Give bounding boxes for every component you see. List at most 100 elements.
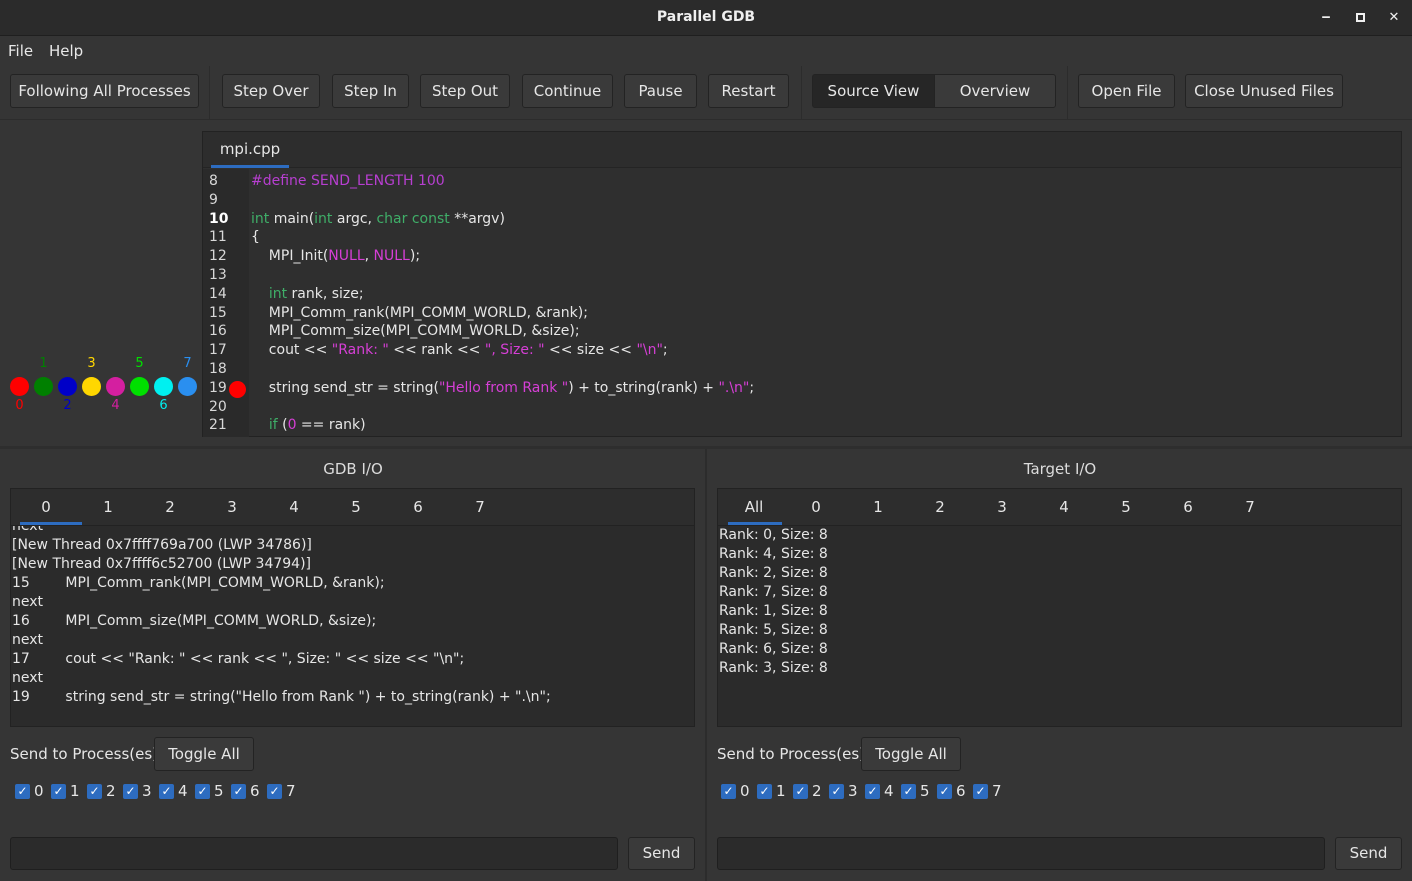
console-line: next: [12, 594, 44, 610]
console-line: Rank: 7, Size: 8: [719, 584, 828, 600]
rank-label: 5: [135, 356, 144, 371]
target_io-tab-7[interactable]: 7: [1225, 489, 1275, 525]
process-1-checkbox[interactable]: ✓ 1: [51, 782, 85, 804]
target_io-tab-4[interactable]: 4: [1039, 489, 1089, 525]
toolbar-separator: [1067, 66, 1068, 120]
checkbox-check-icon: ✓: [123, 784, 138, 799]
rank-label: 7: [183, 356, 192, 371]
line-number: 15: [209, 304, 227, 321]
checkbox-label: 7: [286, 782, 296, 800]
process-4-checkbox[interactable]: ✓ 4: [159, 782, 193, 804]
process-6-checkbox[interactable]: ✓ 6: [231, 782, 265, 804]
target_io-tab-5[interactable]: 5: [1101, 489, 1151, 525]
gdb_io-tab-0[interactable]: 0: [21, 489, 71, 525]
target_io-tab-3[interactable]: 3: [977, 489, 1027, 525]
console-line: [New Thread 0x7ffff6c52700 (LWP 34794)]: [12, 556, 312, 572]
process-0-checkbox[interactable]: ✓ 0: [721, 782, 755, 804]
line-number-gutter[interactable]: 8 9 10 11 12 13 14 15 16 17 18 19 20 21: [203, 169, 249, 437]
source-view-button[interactable]: Source View: [812, 74, 935, 108]
target_io-tab-2[interactable]: 2: [915, 489, 965, 525]
continue-button[interactable]: Continue: [522, 74, 613, 108]
console-line: next: [12, 525, 44, 534]
process-3-checkbox[interactable]: ✓ 3: [123, 782, 157, 804]
target_io-tab-1[interactable]: 1: [853, 489, 903, 525]
following-all-processes-button[interactable]: Following All Processes: [10, 74, 199, 108]
gdb-command-input[interactable]: [10, 837, 618, 870]
line-number: 8: [209, 173, 218, 189]
gdb_io-tab-5[interactable]: 5: [331, 489, 381, 525]
menu-file[interactable]: File: [8, 42, 33, 60]
gdb-io-tabs: 01234567: [10, 488, 695, 525]
target-input[interactable]: [717, 837, 1325, 870]
close-unused-files-button[interactable]: Close Unused Files: [1185, 74, 1343, 108]
line-number: 17: [209, 342, 227, 359]
console-line: Rank: 5, Size: 8: [719, 622, 828, 638]
toggle-all-button[interactable]: Toggle All: [154, 737, 254, 771]
process-6-checkbox[interactable]: ✓ 6: [937, 782, 971, 804]
close-icon[interactable]: ✕: [1384, 8, 1404, 28]
gdb_io-tab-4[interactable]: 4: [269, 489, 319, 525]
rank-label: 3: [87, 356, 96, 371]
gdb_io-tab-6[interactable]: 6: [393, 489, 443, 525]
file-tab-mpi-cpp[interactable]: mpi.cpp: [211, 132, 289, 168]
source-editor: mpi.cpp 8 9 10 11 12 13 14 15 16 17 18 19 20 21 #defi…: [202, 131, 1402, 437]
console-line: Rank: 3, Size: 8: [719, 660, 828, 676]
checkbox-label: 1: [776, 782, 786, 800]
overview-button[interactable]: Overview: [934, 74, 1056, 108]
menu-help[interactable]: Help: [49, 42, 83, 60]
process-2-checkbox[interactable]: ✓ 2: [87, 782, 121, 804]
gdb_io-tab-7[interactable]: 7: [455, 489, 505, 525]
process-checkboxes: ✓ 0 ✓ 1 ✓ 2 ✓ 3 ✓ 4 ✓ 5 ✓ 6 ✓ 7: [721, 782, 1021, 804]
process-5-checkbox[interactable]: ✓ 5: [195, 782, 229, 804]
checkbox-check-icon: ✓: [721, 784, 736, 799]
active-tab-indicator: [211, 165, 289, 168]
rank-label: 2: [63, 398, 72, 413]
target_io-tab-0[interactable]: 0: [791, 489, 841, 525]
file-tab-label: mpi.cpp: [219, 140, 281, 158]
step-out-button[interactable]: Step Out: [420, 74, 510, 108]
console-line: 16 MPI_Comm_size(MPI_COMM_WORLD, &size);: [12, 613, 377, 629]
gdb-io-console[interactable]: next [New Thread 0x7ffff769a700 (LWP 3478…: [10, 525, 695, 727]
checkbox-check-icon: ✓: [195, 784, 210, 799]
process-1-checkbox[interactable]: ✓ 1: [757, 782, 791, 804]
gdb_io-tab-2[interactable]: 2: [145, 489, 195, 525]
checkbox-check-icon: ✓: [937, 784, 952, 799]
process-4-checkbox[interactable]: ✓ 4: [865, 782, 899, 804]
line-number: 21: [209, 417, 227, 434]
rank-0-status-dot: [10, 377, 29, 396]
open-file-button[interactable]: Open File: [1078, 74, 1175, 108]
line-number: 11: [209, 229, 227, 246]
toolbar: Following All Processes Step Over Step I…: [0, 66, 1412, 120]
code-area[interactable]: #define SEND_LENGTH 100 int main(int argc…: [249, 169, 1401, 437]
target-send-button[interactable]: Send: [1335, 837, 1402, 870]
process-0-checkbox[interactable]: ✓ 0: [15, 782, 49, 804]
minimize-icon[interactable]: ‒: [1316, 8, 1336, 28]
process-7-checkbox[interactable]: ✓ 7: [267, 782, 301, 804]
toggle-all-button[interactable]: Toggle All: [861, 737, 961, 771]
target_io-tab-6[interactable]: 6: [1163, 489, 1213, 525]
step-over-button[interactable]: Step Over: [222, 74, 320, 108]
process-2-checkbox[interactable]: ✓ 2: [793, 782, 827, 804]
send-to-processes-label: Send to Process(es):: [10, 745, 164, 763]
window-title: Parallel GDB: [656, 9, 756, 25]
console-line: next: [12, 632, 44, 648]
breakpoint-marker[interactable]: [229, 380, 246, 398]
gdb_io-tab-3[interactable]: 3: [207, 489, 257, 525]
console-line: next: [12, 670, 44, 686]
step-in-button[interactable]: Step In: [332, 74, 409, 108]
gdb_io-tab-1[interactable]: 1: [83, 489, 133, 525]
console-line: 19 string send_str = string("Hello from …: [12, 689, 551, 705]
checkbox-label: 6: [250, 782, 260, 800]
target_io-tab-all[interactable]: All: [729, 489, 779, 525]
code-line: cout << "Rank: " << rank << ", Size: " <…: [251, 342, 668, 359]
process-5-checkbox[interactable]: ✓ 5: [901, 782, 935, 804]
target-io-console[interactable]: Rank: 0, Size: 8 Rank: 4, Size: 8 Rank: 2,…: [717, 525, 1402, 727]
process-7-checkbox[interactable]: ✓ 7: [973, 782, 1007, 804]
maximize-icon[interactable]: [1350, 8, 1370, 28]
gdb-send-button[interactable]: Send: [628, 837, 695, 870]
pause-button[interactable]: Pause: [624, 74, 697, 108]
process-3-checkbox[interactable]: ✓ 3: [829, 782, 863, 804]
checkbox-label: 5: [214, 782, 224, 800]
rank-2-status-dot: [58, 377, 77, 396]
restart-button[interactable]: Restart: [708, 74, 789, 108]
